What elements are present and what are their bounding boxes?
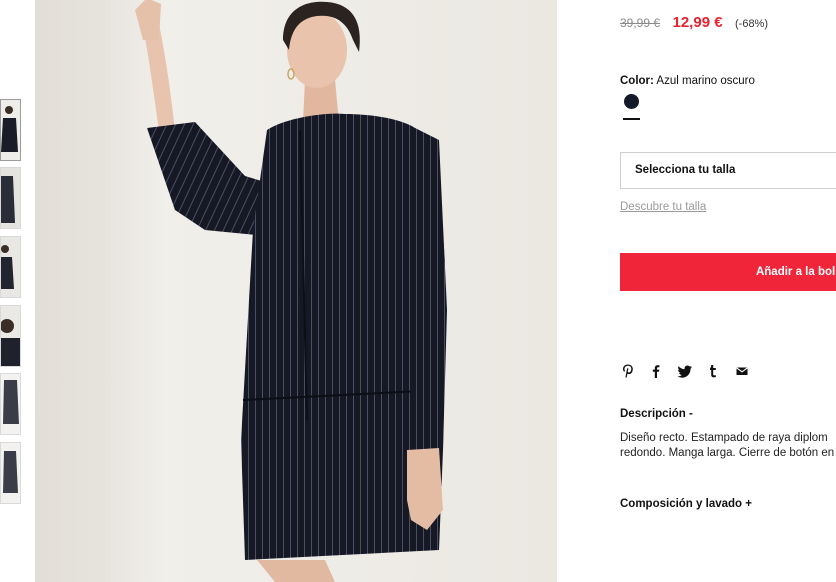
discount-badge: (-68%) [735, 18, 769, 30]
color-swatch-navy[interactable] [624, 94, 639, 109]
thumbnail-strip [0, 0, 22, 582]
thumbnail-4[interactable] [0, 305, 21, 367]
color-info: Color: Azul marino oscuro [620, 75, 755, 87]
facebook-icon[interactable] [648, 363, 664, 379]
sale-price: 12,99 € [672, 14, 723, 31]
share-icons [620, 362, 758, 380]
thumbnail-6[interactable] [0, 442, 21, 504]
email-icon[interactable] [734, 363, 750, 379]
composition-toggle[interactable]: Composición y lavado + [620, 498, 752, 510]
description-text: Diseño recto. Estampado de raya diplom r… [620, 431, 836, 461]
product-info-panel: 39,99 € 12,99 € (-68%) Color: Azul marin… [620, 0, 836, 582]
add-to-bag-button[interactable]: Añadir a la bolsa [620, 253, 836, 291]
color-value: Azul marino oscuro [656, 75, 755, 87]
thumbnail-1[interactable] [0, 99, 21, 161]
size-select[interactable]: Selecciona tu talla [620, 152, 836, 189]
price-row: 39,99 € 12,99 € (-68%) [620, 14, 768, 32]
thumbnail-5[interactable] [0, 373, 21, 435]
original-price: 39,99 € [620, 16, 661, 30]
description-line-2: redondo. Manga larga. Cierre de botón en [620, 447, 835, 459]
twitter-icon[interactable] [677, 363, 693, 379]
thumbnail-2[interactable] [0, 167, 21, 229]
size-guide-link[interactable]: Descubre tu talla [620, 201, 706, 213]
description-toggle[interactable]: Descripción - [620, 408, 693, 420]
selected-swatch-indicator [623, 118, 640, 120]
add-to-bag-label: Añadir a la bolsa [755, 266, 836, 278]
description-line-1: Diseño recto. Estampado de raya diplom [620, 432, 828, 444]
tumblr-icon[interactable] [705, 363, 721, 379]
pinterest-icon[interactable] [620, 363, 636, 379]
product-main-image[interactable] [35, 0, 557, 582]
color-label: Color: [620, 75, 654, 87]
thumbnail-3[interactable] [0, 236, 21, 298]
